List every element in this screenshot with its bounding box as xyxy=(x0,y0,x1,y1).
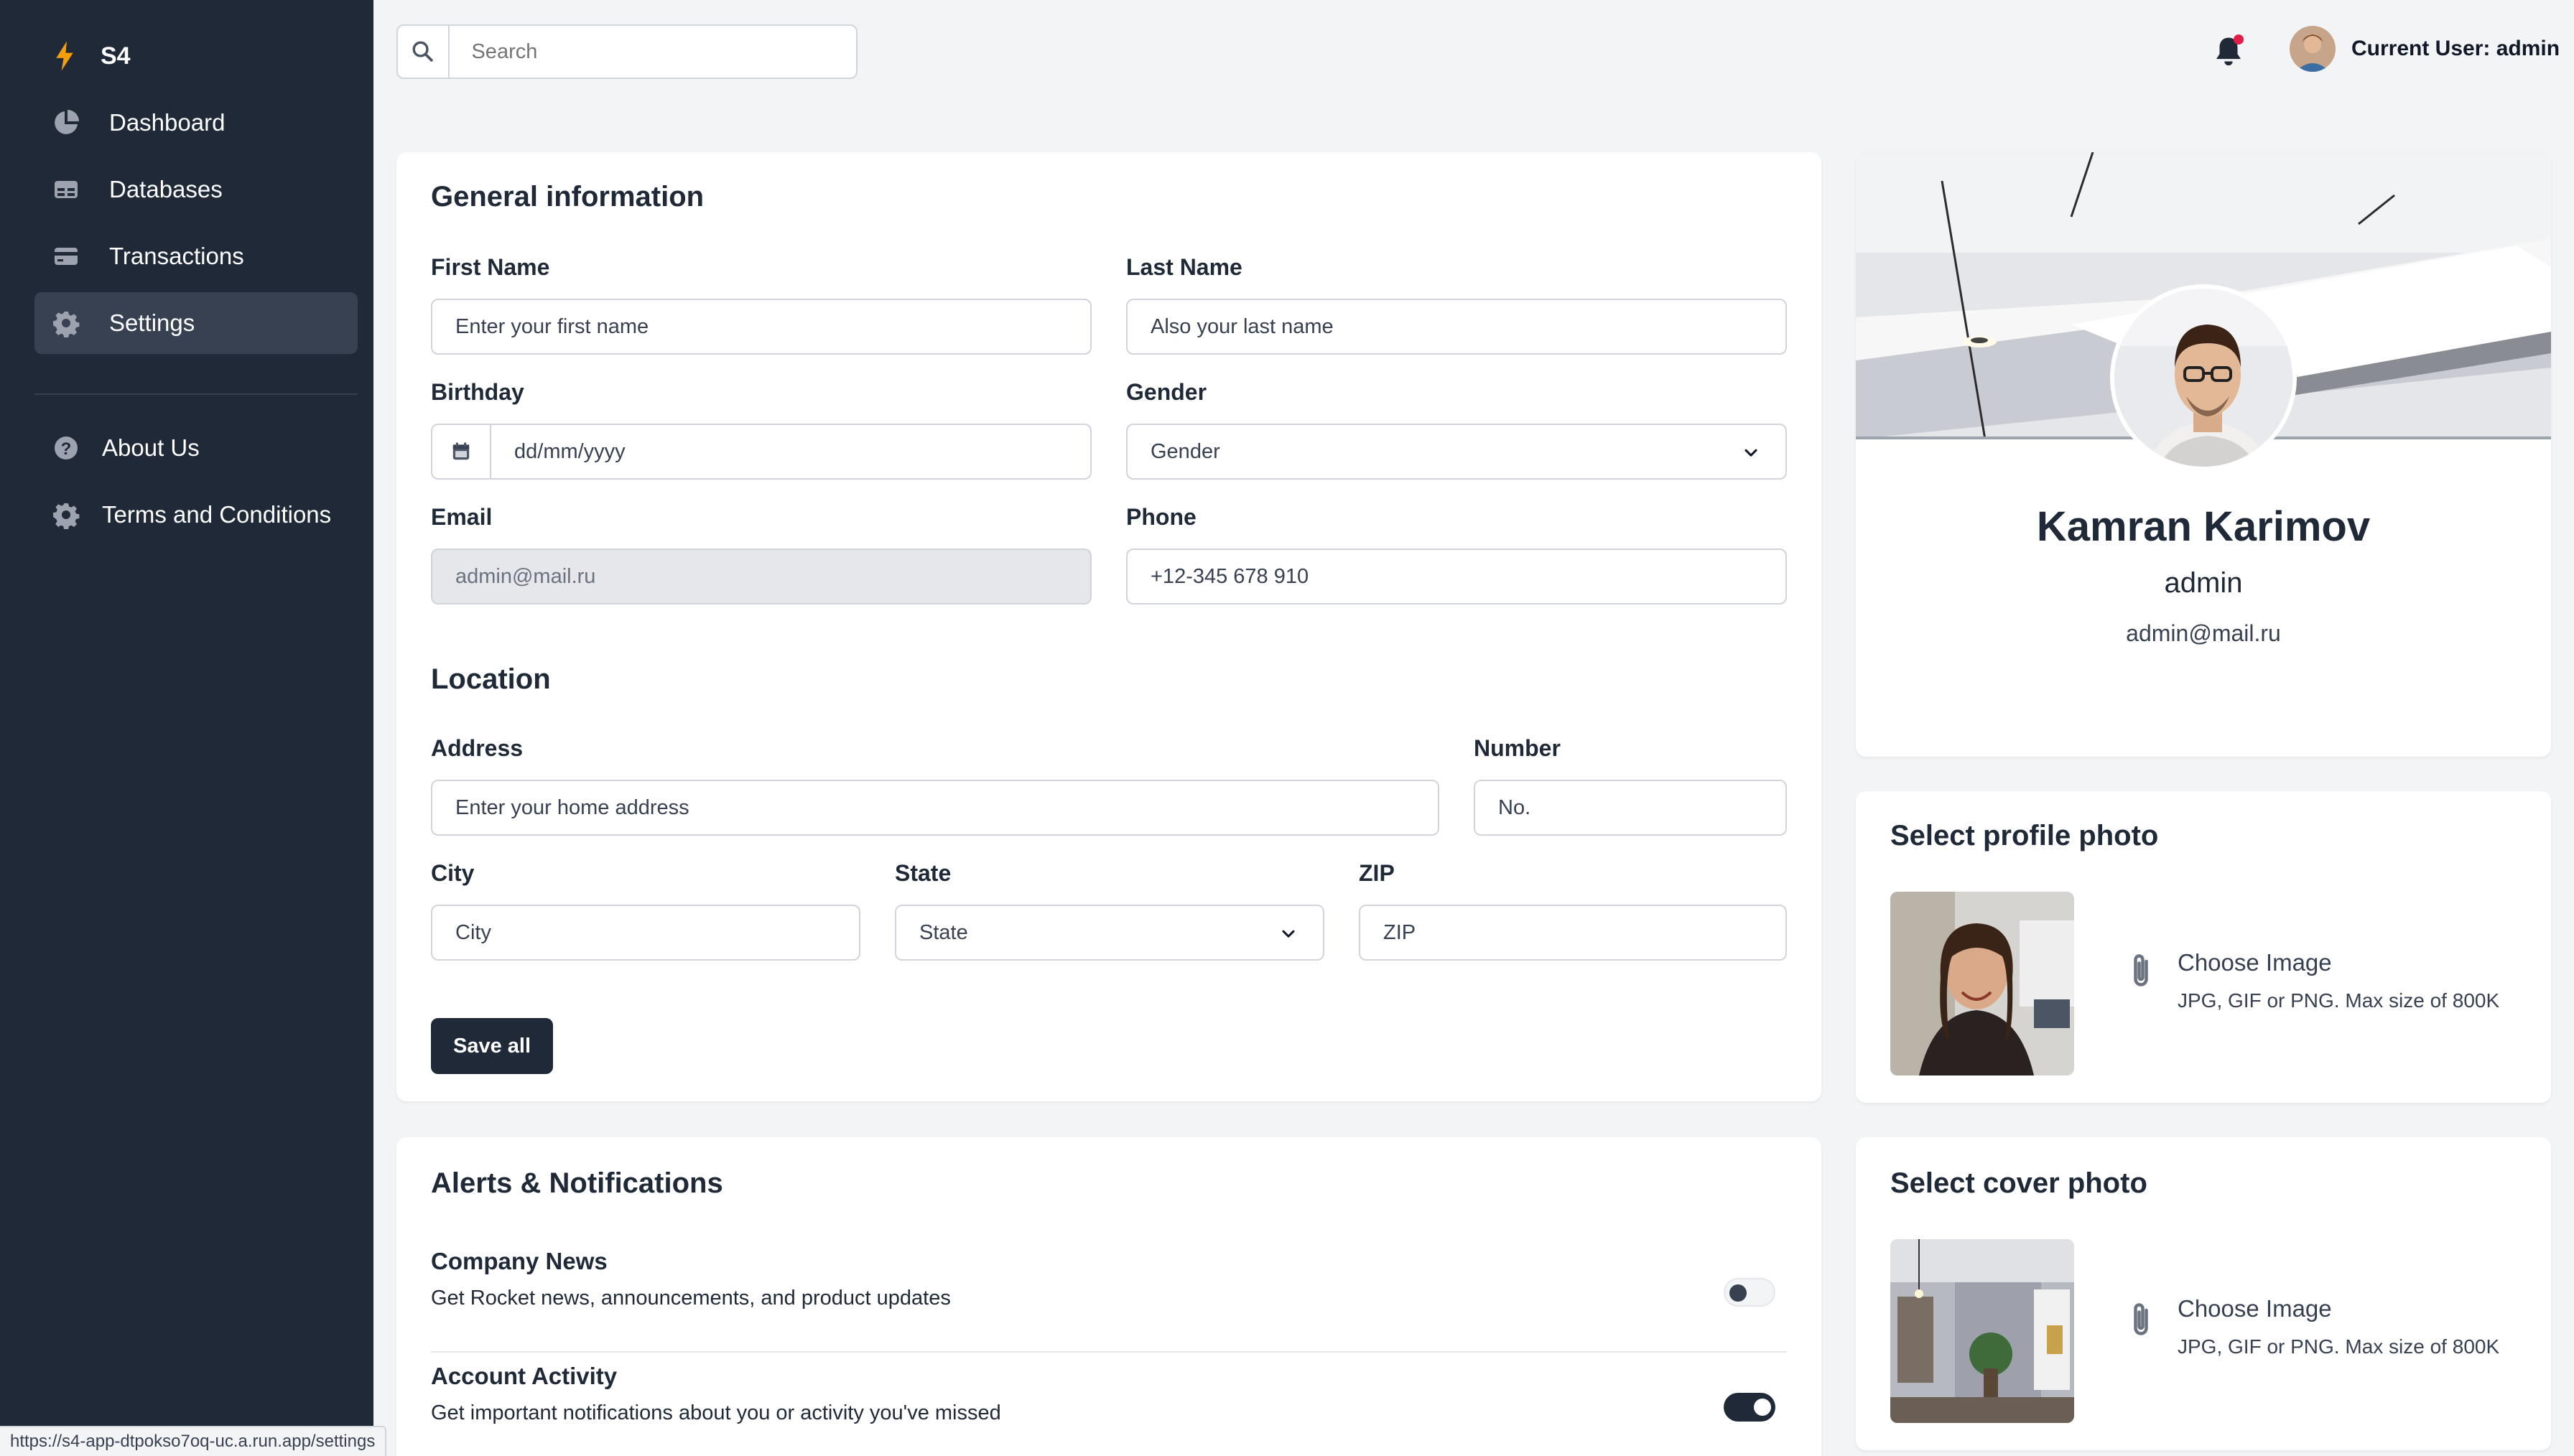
gear-icon xyxy=(53,503,80,529)
avatar xyxy=(2290,26,2336,72)
first-name-input[interactable]: Enter your first name xyxy=(431,299,1092,355)
sidebar-item-label: Dashboard xyxy=(109,109,226,136)
birthday-label: Birthday xyxy=(431,379,524,405)
question-circle-icon: ? xyxy=(55,437,78,459)
profile-avatar xyxy=(2110,284,2297,471)
choose-image-link[interactable]: Choose Image xyxy=(2178,949,2332,976)
chevron-down-icon xyxy=(1282,930,1295,938)
toggle-knob xyxy=(1754,1399,1771,1416)
sidebar-item-terms[interactable]: Terms and Conditions xyxy=(34,484,358,546)
gear-icon xyxy=(53,312,80,337)
cover-photo-thumbnail xyxy=(1890,1239,2074,1423)
notification-dot xyxy=(2234,34,2244,45)
search-icon xyxy=(398,26,450,78)
table-icon xyxy=(55,181,78,198)
profile-name: Kamran Karimov xyxy=(2036,503,2371,550)
zip-label: ZIP xyxy=(1359,860,1395,886)
image-hint: JPG, GIF or PNG. Max size of 800K xyxy=(2178,989,2500,1012)
section-title: Alerts & Notifications xyxy=(431,1167,723,1199)
last-name-input[interactable]: Also your last name xyxy=(1126,299,1787,355)
current-user-label: Current User: admin xyxy=(2351,37,2560,60)
section-title: Select cover photo xyxy=(1890,1167,2147,1199)
pie-chart-icon xyxy=(55,110,79,134)
search-box xyxy=(396,24,858,79)
address-input[interactable]: Enter your home address xyxy=(431,780,1439,836)
sidebar-item-dashboard[interactable]: Dashboard xyxy=(34,92,358,154)
sidebar-item-label: Settings xyxy=(109,309,195,336)
first-name-label: First Name xyxy=(431,254,550,280)
section-title: General information xyxy=(431,181,705,213)
credit-card-icon xyxy=(55,248,78,265)
number-input[interactable]: No. xyxy=(1474,780,1787,836)
gender-select[interactable]: Gender xyxy=(1126,424,1787,480)
sidebar: S4 Dashboard Databases Transactions Sett… xyxy=(0,0,373,1456)
notification-title: Account Activity xyxy=(431,1363,618,1389)
sidebar-item-transactions[interactable]: Transactions xyxy=(34,225,358,287)
address-label: Address xyxy=(431,735,524,761)
alerts-card: Alerts & Notifications Company News Get … xyxy=(396,1137,1821,1456)
sidebar-divider xyxy=(34,393,358,395)
sidebar-item-databases[interactable]: Databases xyxy=(34,159,358,220)
sidebar-item-label: Databases xyxy=(109,176,223,202)
image-hint: JPG, GIF or PNG. Max size of 800K xyxy=(2178,1335,2500,1358)
email-label: Email xyxy=(431,504,493,530)
paperclip-icon xyxy=(2134,1303,2148,1335)
sidebar-item-about-us[interactable]: ? About Us xyxy=(34,417,358,479)
location-title: Location xyxy=(431,663,551,695)
zip-input[interactable]: ZIP xyxy=(1359,905,1787,961)
paperclip-icon xyxy=(2134,954,2148,986)
gender-value: Gender xyxy=(1151,439,1220,463)
state-label: State xyxy=(895,860,952,886)
profile-role: admin xyxy=(2164,567,2243,599)
search-input[interactable] xyxy=(450,39,856,64)
gender-label: Gender xyxy=(1126,379,1207,405)
choose-image-link[interactable]: Choose Image xyxy=(2178,1295,2332,1322)
sidebar-item-settings[interactable]: Settings xyxy=(34,292,358,354)
city-label: City xyxy=(431,860,475,886)
lightning-icon xyxy=(56,41,73,71)
profile-email: admin@mail.ru xyxy=(2126,620,2281,646)
phone-label: Phone xyxy=(1126,504,1197,530)
notification-description: Get Rocket news, announcements, and prod… xyxy=(431,1287,951,1310)
state-value: State xyxy=(919,920,968,944)
brand-name: S4 xyxy=(101,42,131,70)
company-news-toggle[interactable] xyxy=(1724,1278,1775,1307)
profile-photo-thumbnail xyxy=(1890,892,2074,1075)
account-activity-toggle[interactable] xyxy=(1724,1393,1775,1422)
select-profile-photo-card: Select profile photo Choose Image JPG, G… xyxy=(1856,791,2551,1103)
select-cover-photo-card: Select cover photo Choose Image JPG, GIF… xyxy=(1856,1137,2551,1450)
user-menu[interactable]: Current User: admin xyxy=(2290,26,2560,72)
state-select[interactable]: State xyxy=(895,905,1324,961)
birthday-placeholder: dd/mm/yyyy xyxy=(514,439,626,463)
section-title: Select profile photo xyxy=(1890,820,2159,851)
sidebar-item-label: Transactions xyxy=(109,243,244,269)
brand-link[interactable]: S4 xyxy=(52,37,131,75)
divider xyxy=(431,1351,1787,1353)
email-field: admin@mail.ru xyxy=(431,549,1092,605)
chevron-down-icon xyxy=(1744,449,1757,457)
last-name-label: Last Name xyxy=(1126,254,1242,280)
calendar-icon xyxy=(432,425,491,478)
notification-title: Company News xyxy=(431,1248,608,1274)
profile-card: Kamran Karimov admin admin@mail.ru xyxy=(1856,152,2551,757)
sidebar-item-label: About Us xyxy=(102,434,200,461)
number-label: Number xyxy=(1474,735,1561,761)
notification-description: Get important notifications about you or… xyxy=(431,1401,1001,1424)
svg-text:?: ? xyxy=(61,439,72,459)
toggle-knob xyxy=(1729,1284,1747,1302)
notifications-button[interactable] xyxy=(2212,34,2245,70)
save-all-button[interactable]: Save all xyxy=(431,1018,553,1074)
general-information-card: General information First Name Enter you… xyxy=(396,152,1821,1101)
sidebar-item-label: Terms and Conditions xyxy=(102,501,332,528)
phone-input[interactable]: +12-345 678 910 xyxy=(1126,549,1787,605)
city-input[interactable]: City xyxy=(431,905,860,961)
status-bar-url: https://s4-app-dtpokso7oq-uc.a.run.app/s… xyxy=(0,1426,387,1456)
birthday-input[interactable]: dd/mm/yyyy xyxy=(431,424,1092,480)
